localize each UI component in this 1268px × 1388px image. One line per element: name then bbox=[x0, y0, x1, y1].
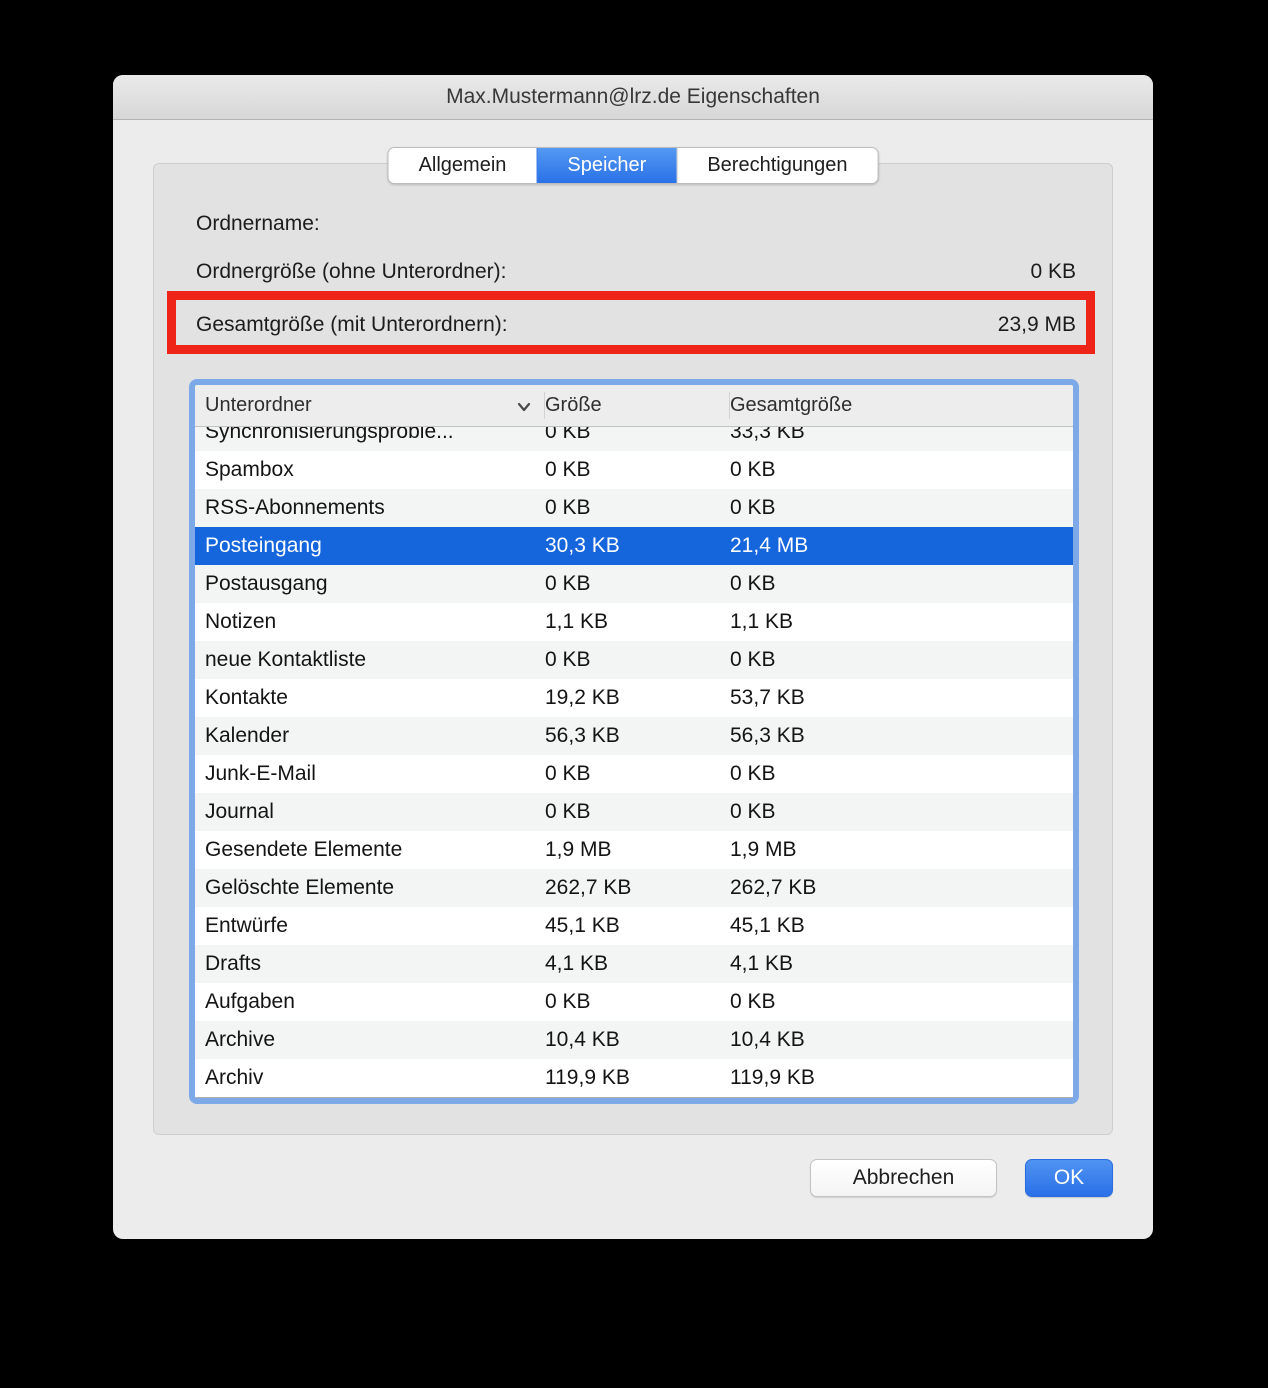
cell-total: 1,1 KB bbox=[730, 610, 1073, 634]
cell-size: 1,1 KB bbox=[545, 610, 730, 634]
cell-name: Kontakte bbox=[195, 686, 545, 710]
cell-name: Notizen bbox=[195, 610, 545, 634]
cell-total: 0 KB bbox=[730, 496, 1073, 520]
table-row[interactable]: Spambox0 KB0 KB bbox=[195, 451, 1073, 489]
cancel-button[interactable]: Abbrechen bbox=[810, 1159, 997, 1197]
cell-size: 19,2 KB bbox=[545, 686, 730, 710]
tab-content-panel: Ordnername: Ordnergröße (ohne Unterordne… bbox=[153, 163, 1113, 1135]
table-row[interactable]: Archive10,4 KB10,4 KB bbox=[195, 1021, 1073, 1059]
cell-total: 262,7 KB bbox=[730, 876, 1073, 900]
cell-size: 119,9 KB bbox=[545, 1066, 730, 1090]
table-row[interactable]: Postausgang0 KB0 KB bbox=[195, 565, 1073, 603]
cell-size: 30,3 KB bbox=[545, 534, 730, 558]
window-title: Max.Mustermann@lrz.de Eigenschaften bbox=[446, 85, 820, 109]
cell-total: 21,4 MB bbox=[730, 534, 1073, 558]
table-row[interactable]: Archiv119,9 KB119,9 KB bbox=[195, 1059, 1073, 1097]
folder-size-label: Ordnergröße (ohne Unterordner): bbox=[196, 260, 506, 284]
table-row[interactable]: Kalender56,3 KB56,3 KB bbox=[195, 717, 1073, 755]
table-row[interactable]: Drafts4,1 KB4,1 KB bbox=[195, 945, 1073, 983]
cell-total: 53,7 KB bbox=[730, 686, 1073, 710]
total-size-label: Gesamtgröße (mit Unterordnern): bbox=[196, 313, 508, 337]
column-header-gesamtgroesse[interactable]: Gesamtgröße bbox=[730, 385, 1073, 426]
cell-total: 33,3 KB bbox=[730, 427, 1073, 444]
column-header-label: Gesamtgröße bbox=[730, 394, 852, 417]
table-row[interactable]: Notizen1,1 KB1,1 KB bbox=[195, 603, 1073, 641]
cell-name: Drafts bbox=[195, 952, 545, 976]
tab-allgemein[interactable]: Allgemein bbox=[389, 148, 537, 183]
table-row[interactable]: Aufgaben0 KB0 KB bbox=[195, 983, 1073, 1021]
tab-berechtigungen[interactable]: Berechtigungen bbox=[676, 148, 877, 183]
table-row[interactable]: Posteingang30,3 KB21,4 MB bbox=[195, 527, 1073, 565]
cell-size: 0 KB bbox=[545, 458, 730, 482]
table-row[interactable]: Entwürfe45,1 KB45,1 KB bbox=[195, 907, 1073, 945]
cell-name: Gelöschte Elemente bbox=[195, 876, 545, 900]
cell-total: 0 KB bbox=[730, 648, 1073, 672]
folder-name-label: Ordnername: bbox=[196, 212, 320, 236]
total-size-value: 23,9 MB bbox=[998, 313, 1076, 337]
table-row[interactable]: neue Kontaktliste0 KB0 KB bbox=[195, 641, 1073, 679]
cell-total: 119,9 KB bbox=[730, 1066, 1073, 1090]
column-header-label: Unterordner bbox=[205, 394, 312, 417]
properties-window: Max.Mustermann@lrz.de Eigenschaften Allg… bbox=[113, 75, 1153, 1239]
column-header-unterordner[interactable]: Unterordner bbox=[195, 385, 545, 426]
cell-total: 1,9 MB bbox=[730, 838, 1073, 862]
cell-size: 56,3 KB bbox=[545, 724, 730, 748]
cell-name: Junk-E-Mail bbox=[195, 762, 545, 786]
cell-size: 0 KB bbox=[545, 762, 730, 786]
cell-name: Posteingang bbox=[195, 534, 545, 558]
subfolder-table: Unterordner Größe Gesamtgröße Synchronis… bbox=[189, 379, 1079, 1104]
cell-size: 0 KB bbox=[545, 648, 730, 672]
folder-size-value: 0 KB bbox=[1030, 260, 1076, 284]
cell-total: 0 KB bbox=[730, 800, 1073, 824]
cell-name: Archive bbox=[195, 1028, 545, 1052]
table-row[interactable]: Synchronisierungsproble...0 KB33,3 KB bbox=[195, 427, 1073, 451]
cell-name: Journal bbox=[195, 800, 545, 824]
cell-size: 4,1 KB bbox=[545, 952, 730, 976]
cell-size: 10,4 KB bbox=[545, 1028, 730, 1052]
cell-size: 0 KB bbox=[545, 800, 730, 824]
table-row[interactable]: Gelöschte Elemente262,7 KB262,7 KB bbox=[195, 869, 1073, 907]
window-titlebar[interactable]: Max.Mustermann@lrz.de Eigenschaften bbox=[113, 75, 1153, 120]
table-row[interactable]: Gesendete Elemente1,9 MB1,9 MB bbox=[195, 831, 1073, 869]
cell-size: 0 KB bbox=[545, 427, 730, 444]
cell-size: 262,7 KB bbox=[545, 876, 730, 900]
column-header-groesse[interactable]: Größe bbox=[545, 385, 730, 426]
cell-total: 0 KB bbox=[730, 572, 1073, 596]
tab-bar: Allgemein Speicher Berechtigungen bbox=[388, 147, 879, 184]
cell-size: 1,9 MB bbox=[545, 838, 730, 862]
tab-speicher[interactable]: Speicher bbox=[536, 148, 676, 183]
cell-name: Postausgang bbox=[195, 572, 545, 596]
column-header-label: Größe bbox=[545, 394, 602, 417]
cell-total: 0 KB bbox=[730, 762, 1073, 786]
cell-name: Synchronisierungsproble... bbox=[195, 427, 545, 444]
cell-total: 4,1 KB bbox=[730, 952, 1073, 976]
cell-total: 45,1 KB bbox=[730, 914, 1073, 938]
column-divider bbox=[544, 392, 545, 419]
ok-button[interactable]: OK bbox=[1025, 1159, 1113, 1197]
cell-total: 56,3 KB bbox=[730, 724, 1073, 748]
cell-name: Kalender bbox=[195, 724, 545, 748]
cell-name: Entwürfe bbox=[195, 914, 545, 938]
cell-size: 0 KB bbox=[545, 496, 730, 520]
cell-total: 0 KB bbox=[730, 990, 1073, 1014]
table-row[interactable]: Journal0 KB0 KB bbox=[195, 793, 1073, 831]
cell-total: 0 KB bbox=[730, 458, 1073, 482]
table-row[interactable]: Junk-E-Mail0 KB0 KB bbox=[195, 755, 1073, 793]
table-row[interactable]: Kontakte19,2 KB53,7 KB bbox=[195, 679, 1073, 717]
cell-name: RSS-Abonnements bbox=[195, 496, 545, 520]
table-body: Synchronisierungsproble...0 KB33,3 KBSpa… bbox=[195, 427, 1073, 1097]
cell-name: Aufgaben bbox=[195, 990, 545, 1014]
cell-name: Spambox bbox=[195, 458, 545, 482]
cell-name: neue Kontaktliste bbox=[195, 648, 545, 672]
table-header: Unterordner Größe Gesamtgröße bbox=[195, 385, 1073, 427]
cell-name: Gesendete Elemente bbox=[195, 838, 545, 862]
cell-size: 0 KB bbox=[545, 990, 730, 1014]
cell-size: 45,1 KB bbox=[545, 914, 730, 938]
chevron-down-icon bbox=[515, 398, 533, 414]
column-divider bbox=[729, 392, 730, 419]
table-row[interactable]: RSS-Abonnements0 KB0 KB bbox=[195, 489, 1073, 527]
cell-name: Archiv bbox=[195, 1066, 545, 1090]
cell-total: 10,4 KB bbox=[730, 1028, 1073, 1052]
cell-size: 0 KB bbox=[545, 572, 730, 596]
